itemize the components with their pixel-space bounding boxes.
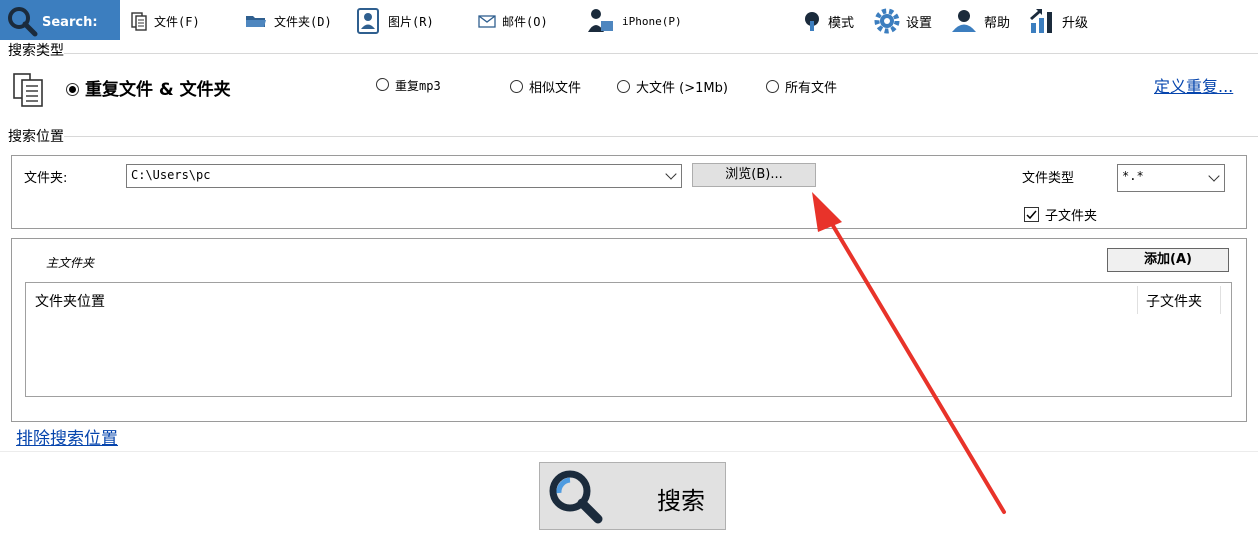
radio-duplicate-files-label: 重复文件 & 文件夹 [85,80,231,100]
file-type-combo[interactable]: *.* [1117,164,1225,192]
search-type-title: 搜索类型 [8,43,64,59]
toolbar-help-label: 帮助 [984,15,1011,31]
image-icon [357,8,379,34]
search-tab[interactable]: Search: [0,0,120,40]
toolbar-mode-label: 模式 [828,15,855,31]
duplicate-files-icon [13,73,43,107]
column-separator [1220,286,1221,314]
iphone-user-icon [588,9,613,32]
file-icon [131,12,147,31]
search-tab-label: Search: [42,15,98,30]
chevron-down-icon [665,168,677,180]
column-separator [1137,286,1138,314]
toolbar-mail[interactable]: 邮件(O) [478,10,548,32]
upgrade-icon [1030,9,1052,33]
toolbar-file-label: 文件(F) [154,14,200,29]
radio-dot [376,78,389,91]
radio-duplicate-mp3-label: 重复mp3 [395,79,441,93]
folder-list[interactable] [25,282,1232,397]
radio-all-files-label: 所有文件 [785,81,838,96]
toolbar-image-label: 图片(R) [388,14,434,29]
file-type-label: 文件类型 [1022,171,1075,186]
radio-duplicate-mp3[interactable]: 重复mp3 [376,77,441,94]
radio-large-files-label: 大文件 (>1Mb) [636,81,728,96]
toolbar-settings[interactable]: 设置 [874,8,933,34]
radio-duplicate-files[interactable]: 重复文件 & 文件夹 [66,75,231,100]
folder-icon [246,16,266,27]
checkmark-icon [1026,210,1037,220]
chevron-down-icon [1208,170,1220,182]
toolbar-upgrade-label: 升级 [1062,15,1089,31]
main-folders-title: 主文件夹 [46,256,95,270]
divider [0,451,1258,452]
gear-icon [874,8,900,34]
file-type-value: *.* [1122,169,1144,183]
subfolder-checkbox[interactable]: 子文件夹 [1024,205,1097,224]
toolbar-mail-label: 邮件(O) [502,14,548,29]
folder-path-combo[interactable]: C:\Users\pc [126,164,682,188]
toolbar-file[interactable]: 文件(F) [130,10,200,32]
search-button[interactable]: 搜索 [539,462,726,530]
radio-all-files[interactable]: 所有文件 [766,77,837,96]
radio-dot [510,80,523,93]
magnifier-icon [549,470,603,524]
search-location-title: 搜索位置 [8,129,64,145]
add-button[interactable]: 添加(A) [1107,248,1229,272]
radio-dot [617,80,630,93]
mail-icon [478,15,496,28]
search-button-label: 搜索 [657,487,705,515]
exclude-search-location-link[interactable]: 排除搜索位置 [16,424,118,449]
subfolder-label: 子文件夹 [1045,209,1098,224]
define-duplicates-link[interactable]: 定义重复... [1154,73,1233,97]
folder-path-value: C:\Users\pc [131,168,211,182]
radio-dot [766,80,779,93]
magnifier-icon [8,7,38,37]
toolbar-help[interactable]: 帮助 [950,10,1010,32]
help-user-icon [952,10,976,32]
checkbox-box [1024,207,1039,222]
toolbar-image[interactable]: 图片(R) [356,8,434,34]
divider [64,53,1258,54]
radio-similar-files-label: 相似文件 [529,81,582,96]
toolbar-settings-label: 设置 [906,15,933,31]
mode-icon [805,12,819,31]
radio-dot [66,83,79,96]
column-header-subfolder[interactable]: 子文件夹 [1146,291,1202,311]
toolbar: Search: 文件(F) 文件夹(D) 图片(R) 邮件(O) iPhone(… [0,0,1258,42]
column-header-folder-location[interactable]: 文件夹位置 [35,291,105,311]
folder-label: 文件夹: [24,171,68,186]
toolbar-folder-label: 文件夹(D) [274,14,332,29]
toolbar-mode[interactable]: 模式 [802,10,854,32]
radio-large-files[interactable]: 大文件 (>1Mb) [617,77,728,96]
toolbar-iphone[interactable]: iPhone(P) [586,9,682,32]
toolbar-folder[interactable]: 文件夹(D) [244,10,332,32]
divider [64,136,1258,137]
radio-similar-files[interactable]: 相似文件 [510,77,581,96]
toolbar-iphone-label: iPhone(P) [622,14,682,28]
toolbar-upgrade[interactable]: 升级 [1028,9,1089,33]
browse-button[interactable]: 浏览(B)... [692,163,816,187]
